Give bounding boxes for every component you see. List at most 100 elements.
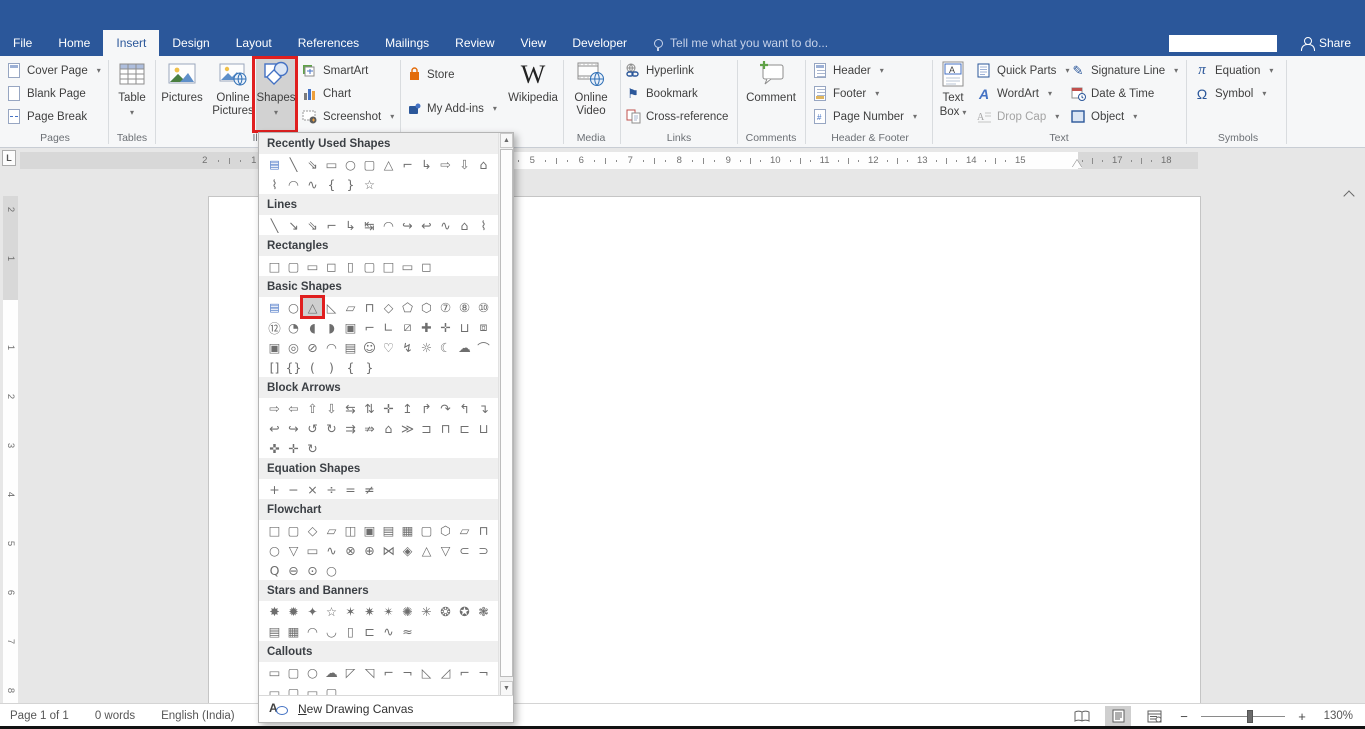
shape-cell[interactable]: ⇆ <box>341 399 360 417</box>
shape-cell[interactable]: ◫ <box>341 521 360 539</box>
tab-stop-selector[interactable]: L <box>2 150 16 166</box>
zoom-in-icon[interactable]: + <box>1295 709 1309 724</box>
shape-cell[interactable]: ◻ <box>417 257 436 275</box>
shape-cell[interactable]: ▱ <box>341 298 360 316</box>
shape-cell[interactable]: {} <box>284 358 303 376</box>
shape-cell[interactable]: ⌒ <box>474 338 493 356</box>
shape-cell[interactable]: ✚ <box>417 318 436 336</box>
shape-cell[interactable]: ¬ <box>398 663 417 681</box>
shape-cell[interactable]: ⇉ <box>341 419 360 437</box>
shape-cell[interactable]: ▢ <box>360 155 379 173</box>
cross-reference-button[interactable]: Cross-reference <box>623 106 730 127</box>
zoom-slider-thumb[interactable] <box>1247 710 1253 723</box>
shape-cell[interactable]: { <box>322 175 341 193</box>
shape-cell[interactable]: ≈ <box>398 622 417 640</box>
shape-cell[interactable]: ✶ <box>341 602 360 620</box>
shape-cell[interactable]: ▣ <box>341 318 360 336</box>
shape-cell[interactable]: ⌐ <box>360 318 379 336</box>
shape-cell[interactable]: ▱ <box>455 521 474 539</box>
shape-cell[interactable]: ↯ <box>398 338 417 356</box>
shape-cell[interactable]: ↪ <box>398 216 417 234</box>
footer-button[interactable]: Footer <box>810 83 881 104</box>
menu-scrollbar[interactable]: ▲ ▼ <box>498 133 513 696</box>
shape-cell[interactable]: ⊓ <box>360 298 379 316</box>
shape-cell[interactable]: ✴ <box>379 602 398 620</box>
shape-cell[interactable]: ☺ <box>360 338 379 356</box>
text-box-button[interactable]: A Text Box▾ <box>934 58 972 119</box>
shape-cell[interactable]: ▦ <box>284 622 303 640</box>
shape-cell[interactable]: ↷ <box>436 399 455 417</box>
scroll-up-icon[interactable]: ▲ <box>500 133 513 148</box>
shape-cell[interactable]: ⬠ <box>398 298 417 316</box>
tab-file[interactable]: File <box>0 30 45 56</box>
shape-cell[interactable]: ◠ <box>284 175 303 193</box>
tab-view[interactable]: View <box>508 30 560 56</box>
read-mode-icon[interactable] <box>1069 706 1095 726</box>
shape-cell[interactable]: × <box>303 480 322 498</box>
shape-cell[interactable]: ▤ <box>379 521 398 539</box>
smartart-button[interactable]: SmartArt <box>300 60 370 81</box>
shape-cell[interactable]: ⑧ <box>455 298 474 316</box>
shape-cell[interactable]: ✛ <box>436 318 455 336</box>
shape-cell[interactable]: { <box>341 358 360 376</box>
shape-cell-isosceles-triangle-highlighted[interactable]: △ <box>303 298 322 316</box>
shape-cell[interactable]: ∿ <box>303 175 322 193</box>
tab-review[interactable]: Review <box>442 30 507 56</box>
shape-cell[interactable]: ▭ <box>303 257 322 275</box>
shape-cell[interactable]: ∿ <box>322 541 341 559</box>
shape-cell[interactable]: ▦ <box>398 521 417 539</box>
shape-cell[interactable]: ⑫ <box>265 318 284 336</box>
shape-cell[interactable]: ⇘ <box>303 155 322 173</box>
shape-cell[interactable]: ☆ <box>360 175 379 193</box>
store-button[interactable]: Store <box>404 64 457 85</box>
shape-cell[interactable]: ○ <box>265 541 284 559</box>
shape-cell[interactable]: ⌇ <box>474 216 493 234</box>
shape-cell[interactable]: + <box>265 480 284 498</box>
shape-cell[interactable]: ▭ <box>303 541 322 559</box>
shape-cell[interactable]: ↘ <box>284 216 303 234</box>
shape-cell[interactable]: ↳ <box>417 155 436 173</box>
tab-layout[interactable]: Layout <box>223 30 285 56</box>
shape-cell[interactable]: ⇩ <box>455 155 474 173</box>
shape-cell[interactable]: ☼ <box>417 338 436 356</box>
shape-cell[interactable]: ▢ <box>284 257 303 275</box>
shape-cell[interactable]: ↩ <box>265 419 284 437</box>
shape-cell[interactable]: ❂ <box>436 602 455 620</box>
shape-cell[interactable]: ✳ <box>417 602 436 620</box>
shape-cell[interactable]: ≠ <box>360 480 379 498</box>
shape-cell[interactable]: ◈ <box>398 541 417 559</box>
page-break-button[interactable]: Page Break <box>4 106 89 127</box>
shape-cell[interactable]: ☾ <box>436 338 455 356</box>
scrollbar-thumb[interactable] <box>500 149 513 677</box>
shape-cell[interactable]: − <box>284 480 303 498</box>
right-indent-marker[interactable] <box>1072 160 1082 168</box>
shape-cell[interactable]: △ <box>417 541 436 559</box>
shape-cell[interactable]: ◠ <box>322 338 341 356</box>
shape-cell[interactable]: ✛ <box>379 399 398 417</box>
date-time-button[interactable]: Date & Time <box>1068 83 1156 104</box>
shape-cell[interactable]: ❃ <box>474 602 493 620</box>
shape-cell[interactable]: ▽ <box>436 541 455 559</box>
scroll-down-icon[interactable]: ▼ <box>500 681 513 696</box>
shape-cell[interactable]: Q <box>265 561 284 579</box>
shape-cell[interactable]: ⊃ <box>474 541 493 559</box>
tab-insert[interactable]: Insert <box>103 30 159 56</box>
shape-cell[interactable]: ⌐ <box>379 663 398 681</box>
shape-cell[interactable]: ✪ <box>455 602 474 620</box>
shape-cell[interactable]: ↹ <box>360 216 379 234</box>
shape-cell[interactable]: ◸ <box>341 663 360 681</box>
shape-cell[interactable]: ╲ <box>284 155 303 173</box>
shape-cell[interactable]: ▣ <box>265 338 284 356</box>
tab-design[interactable]: Design <box>159 30 222 56</box>
chart-button[interactable]: Chart <box>300 83 353 104</box>
shape-cell[interactable]: ▯ <box>341 257 360 275</box>
shape-cell[interactable]: ▭ <box>265 663 284 681</box>
shape-cell[interactable]: ⌂ <box>455 216 474 234</box>
tab-home[interactable]: Home <box>45 30 103 56</box>
wikipedia-button[interactable]: W Wikipedia <box>506 58 560 105</box>
shape-cell[interactable]: ⇏ <box>360 419 379 437</box>
shape-cell[interactable]: ⧄ <box>398 318 417 336</box>
shape-cell[interactable]: ▭ <box>322 155 341 173</box>
shape-cell[interactable]: ⊙ <box>303 561 322 579</box>
shape-cell[interactable]: ( <box>303 358 322 376</box>
